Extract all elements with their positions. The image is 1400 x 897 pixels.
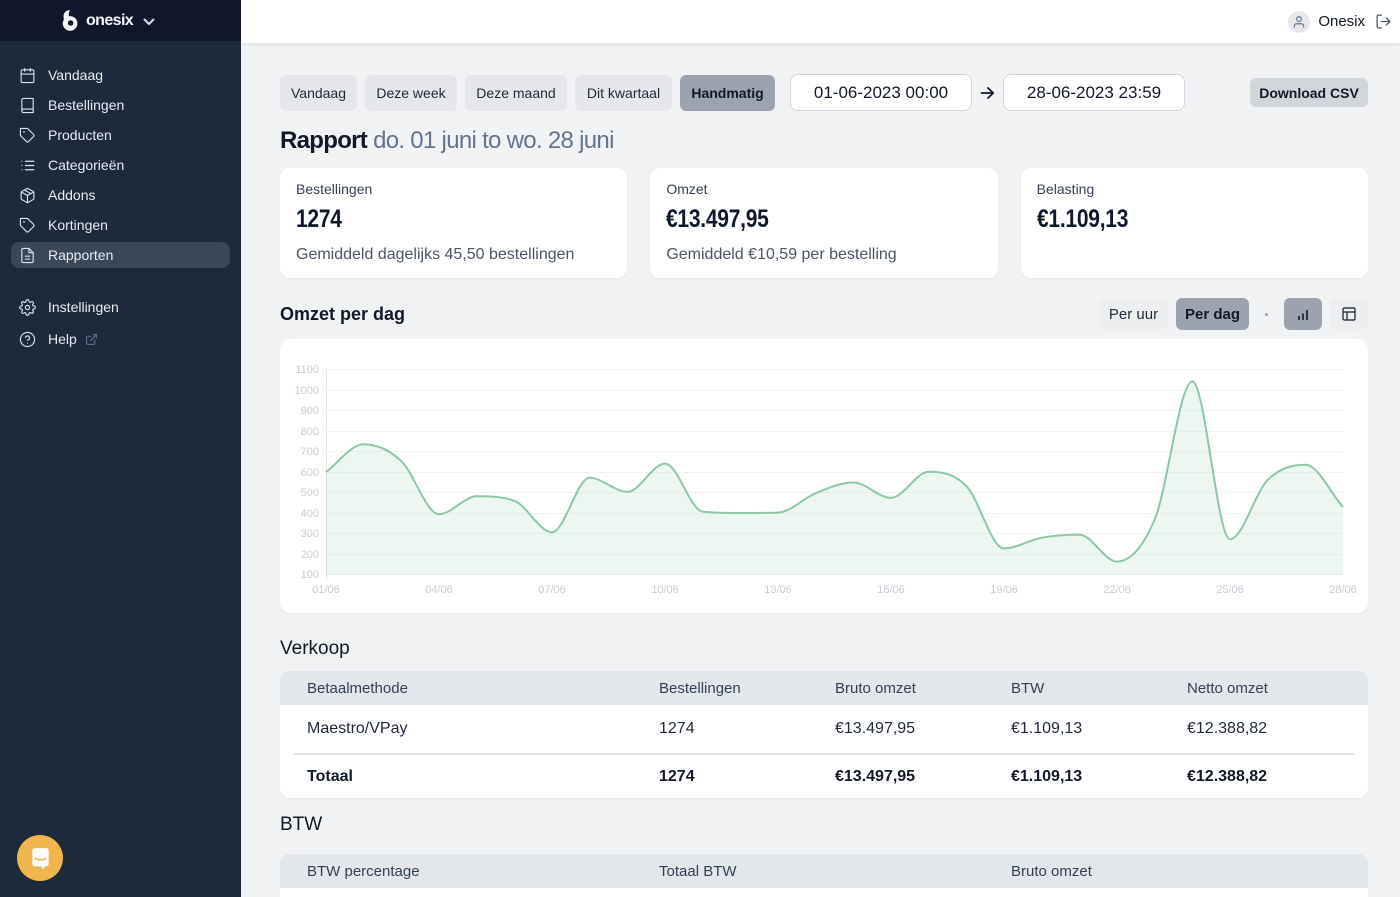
svg-text:400: 400 [301,508,319,520]
svg-text:28/06: 28/06 [1329,584,1357,596]
svg-text:200: 200 [301,549,319,561]
svg-text:100: 100 [301,569,319,581]
svg-text:500: 500 [301,487,319,499]
svg-text:19/06: 19/06 [990,584,1018,596]
svg-text:1000: 1000 [295,385,319,397]
svg-text:900: 900 [301,405,319,417]
svg-text:300: 300 [301,528,319,540]
svg-text:700: 700 [301,446,319,458]
svg-text:1100: 1100 [295,364,319,376]
svg-text:04/06: 04/06 [425,584,453,596]
svg-text:600: 600 [301,467,319,479]
svg-text:16/06: 16/06 [877,584,905,596]
svg-text:10/06: 10/06 [651,584,679,596]
svg-text:07/06: 07/06 [538,584,566,596]
svg-text:25/06: 25/06 [1216,584,1244,596]
svg-text:13/06: 13/06 [764,584,792,596]
svg-text:22/06: 22/06 [1103,584,1131,596]
svg-text:01/06: 01/06 [312,584,340,596]
svg-text:800: 800 [301,426,319,438]
